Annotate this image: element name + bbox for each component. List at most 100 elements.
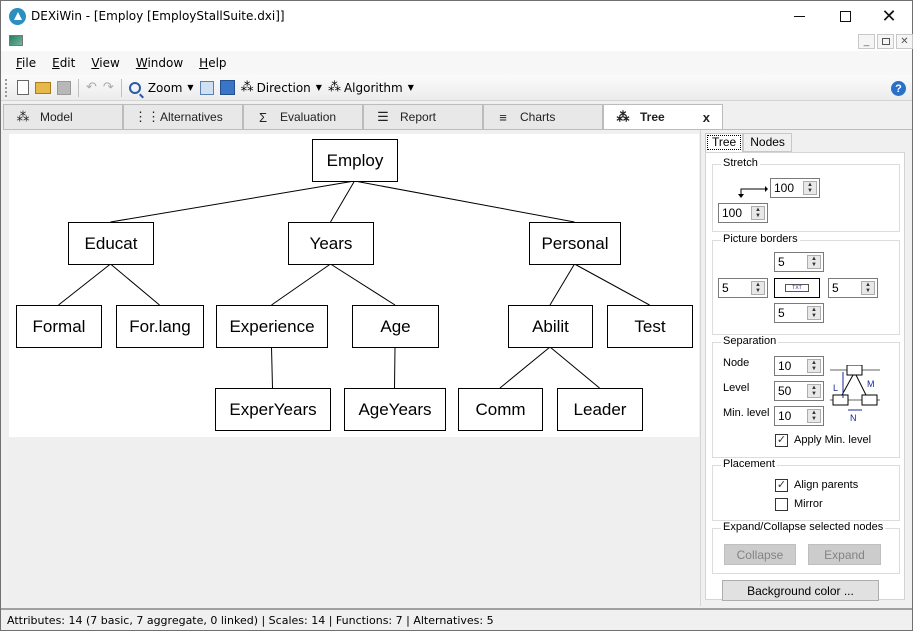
stretch-horizontal-input[interactable]: 100 ▲ ▼	[770, 178, 820, 198]
menu-view-rest: iew	[99, 56, 120, 70]
tree-node-forlang[interactable]: For.lang	[116, 305, 204, 348]
border-right-input[interactable]: 5 ▲ ▼	[828, 278, 878, 298]
border-top-input[interactable]: 5 ▲ ▼	[774, 252, 824, 272]
tree-node-employ[interactable]: Employ	[312, 139, 398, 182]
spin-arrows-icon[interactable]: ▲ ▼	[807, 255, 821, 269]
spin-arrows-icon[interactable]: ▲ ▼	[807, 409, 821, 423]
tree-node-label: Experience	[229, 317, 314, 336]
spin-arrows-icon[interactable]: ▲ ▼	[861, 281, 875, 295]
tree-node-age[interactable]: Age	[352, 305, 439, 348]
mdi-restore-button[interactable]	[877, 34, 894, 49]
tree-canvas[interactable]: Employ Educat Years Personal Formal For.lang E…	[9, 134, 699, 437]
menu-edit[interactable]: Edit	[44, 56, 83, 70]
level-separation-label: Level	[723, 382, 750, 394]
menu-file[interactable]: File	[8, 56, 44, 70]
redo-button[interactable]: ↷	[100, 77, 117, 99]
save-button[interactable]	[54, 77, 74, 99]
tree-node-abilit[interactable]: Abilit	[508, 305, 593, 348]
level-separation-input[interactable]: 50 ▲ ▼	[774, 381, 824, 401]
new-document-icon	[17, 80, 29, 95]
node-separation-value: 10	[778, 359, 792, 373]
redo-icon: ↷	[102, 80, 114, 95]
node-separation-label: Node	[723, 357, 750, 369]
toolbar-grip[interactable]	[5, 78, 8, 97]
tree-settings-page: Stretch 100 ▲ ▼ 100 ▲ ▼ Picture borders 5 ▲ ▼ …	[705, 152, 905, 601]
spin-arrows-icon[interactable]: ▲ ▼	[807, 306, 821, 320]
tree-node-leader[interactable]: Leader	[557, 388, 643, 431]
window-title: DEXiWin - [Employ [EmployStallSuite.dxi]…	[31, 9, 285, 23]
undo-button[interactable]: ↶	[83, 77, 100, 99]
background-color-button[interactable]: Background color ...	[722, 580, 879, 601]
tree-node-comm[interactable]: Comm	[458, 388, 543, 431]
sigma-icon: Σ	[258, 109, 268, 125]
spin-arrows-icon[interactable]: ▲ ▼	[751, 281, 765, 295]
mdi-minimize-button[interactable]: _	[858, 34, 875, 49]
menu-help-rest: elp	[208, 56, 227, 70]
maximize-button[interactable]	[822, 1, 868, 31]
zoom-dropdown[interactable]: Zoom ▼	[126, 77, 197, 99]
close-tab-icon[interactable]: x	[703, 110, 710, 125]
tree-node-years[interactable]: Years	[288, 222, 374, 265]
chevron-down-icon: ▼	[315, 83, 322, 92]
collapse-button[interactable]: Collapse	[724, 544, 796, 565]
tab-alternatives[interactable]: ⋮⋮ Alternatives	[123, 104, 243, 129]
close-button[interactable]: ✕	[866, 1, 912, 31]
tab-charts[interactable]: ≡ Charts	[483, 104, 603, 129]
tab-bar: ⁂ Model ⋮⋮ Alternatives Σ Evaluation ☰ Repor…	[3, 104, 912, 129]
help-icon[interactable]: ?	[891, 81, 906, 96]
side-tab-tree[interactable]: Tree	[705, 133, 744, 152]
document-window-icon[interactable]	[9, 35, 23, 46]
tree-icon: ⁂	[616, 109, 630, 124]
stretch-vertical-input[interactable]: 100 ▲ ▼	[718, 203, 768, 223]
tree-node-label: Test	[634, 317, 665, 336]
expand-button[interactable]: Expand	[808, 544, 881, 565]
side-tab-nodes[interactable]: Nodes	[743, 133, 792, 152]
placement-group: Placement ✓ Align parents Mirror	[712, 458, 900, 521]
menu-help[interactable]: Help	[191, 56, 234, 70]
mirror-checkbox[interactable]	[775, 498, 788, 511]
menu-window-accel: W	[135, 56, 148, 70]
tab-report[interactable]: ☰ Report	[363, 104, 483, 129]
menu-view[interactable]: View	[83, 56, 127, 70]
border-left-input[interactable]: 5 ▲ ▼	[718, 278, 768, 298]
spin-arrows-icon[interactable]: ▲ ▼	[807, 359, 821, 373]
tree-node-label: Comm	[475, 400, 525, 419]
borders-diagram-text: TXT	[785, 284, 809, 292]
tree-node-test[interactable]: Test	[607, 305, 693, 348]
toolbar-separator	[120, 78, 122, 97]
separation-group-label: Separation	[721, 335, 779, 347]
align-parents-checkbox[interactable]: ✓	[775, 479, 788, 492]
save-picture-button[interactable]	[217, 77, 238, 99]
tree-node-educat[interactable]: Educat	[68, 222, 154, 265]
new-button[interactable]	[14, 77, 32, 99]
menu-bar: File Edit View Window Help	[1, 51, 912, 75]
apply-min-level-checkbox[interactable]: ✓	[775, 434, 788, 447]
tree-node-experience[interactable]: Experience	[216, 305, 328, 348]
tree-diagram: Employ Educat Years Personal Formal For.lang E…	[16, 139, 693, 431]
floppy-disk-icon	[219, 80, 235, 95]
tab-model[interactable]: ⁂ Model	[3, 104, 123, 129]
node-separation-input[interactable]: 10 ▲ ▼	[774, 356, 824, 376]
tree-node-ageyears[interactable]: AgeYears	[344, 388, 446, 431]
copy-button[interactable]	[197, 77, 217, 99]
tab-evaluation[interactable]: Σ Evaluation	[243, 104, 363, 129]
tree-node-personal[interactable]: Personal	[529, 222, 621, 265]
tree-node-experyears[interactable]: ExperYears	[215, 388, 331, 431]
tree-node-label: Years	[310, 234, 353, 253]
tree-node-formal[interactable]: Formal	[16, 305, 102, 348]
tab-tree[interactable]: ⁂ Tree x	[603, 104, 723, 129]
mdi-close-button[interactable]: ✕	[896, 34, 913, 49]
spin-arrows-icon[interactable]: ▲ ▼	[803, 181, 817, 195]
spin-arrows-icon[interactable]: ▲ ▼	[807, 384, 821, 398]
spin-arrows-icon[interactable]: ▲ ▼	[751, 206, 765, 220]
open-button[interactable]	[32, 77, 54, 99]
minimize-button[interactable]	[776, 1, 822, 31]
zoom-label: Zoom	[147, 80, 183, 95]
min-level-input[interactable]: 10 ▲ ▼	[774, 406, 824, 426]
app-window: DEXiWin - [Employ [EmployStallSuite.dxi]…	[0, 0, 913, 631]
border-bottom-input[interactable]: 5 ▲ ▼	[774, 303, 824, 323]
menu-window[interactable]: Window	[128, 56, 191, 70]
algorithm-dropdown[interactable]: ⁂ Algorithm ▼	[325, 77, 417, 99]
direction-dropdown[interactable]: ⁂ Direction ▼	[238, 77, 325, 99]
tab-label: Model	[40, 110, 73, 124]
